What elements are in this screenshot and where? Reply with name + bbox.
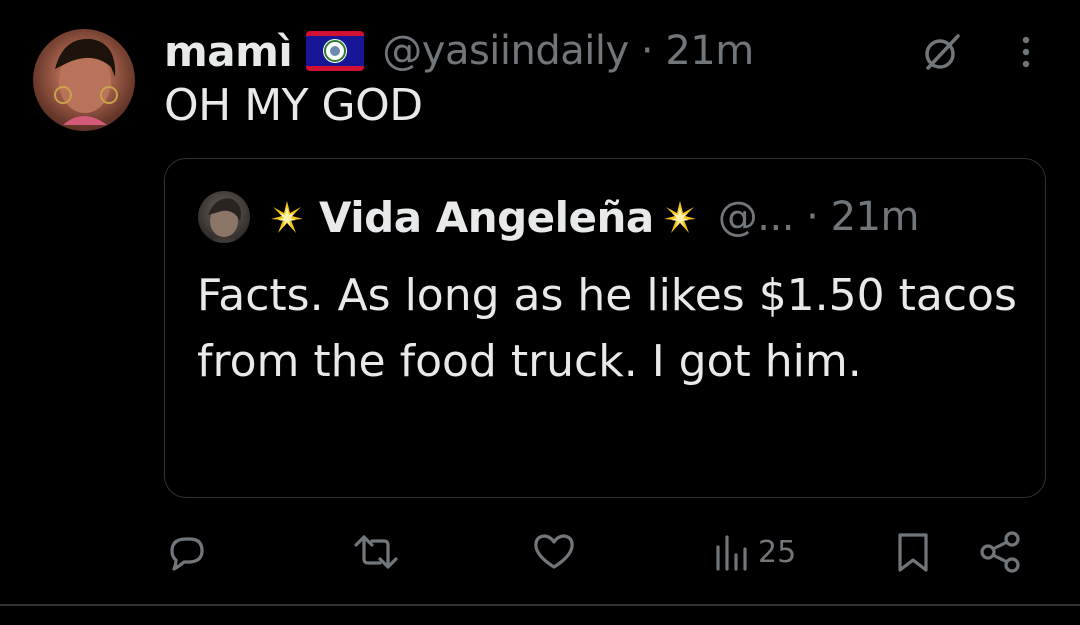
bookmark-icon — [890, 529, 936, 575]
tweet-header: mamì @yasiindaily · 21m — [164, 24, 754, 78]
quoted-author-avatar — [198, 191, 250, 243]
divider — [0, 604, 1080, 606]
sparkle-icon — [656, 193, 704, 241]
author-avatar[interactable] — [33, 29, 135, 131]
tweet[interactable]: mamì @yasiindaily · 21m OH MY GOD Vida A… — [0, 0, 1080, 625]
heart-icon — [530, 529, 578, 575]
reply-button[interactable] — [164, 522, 210, 582]
bar-chart-icon — [712, 529, 752, 575]
quoted-post-text: Facts. As long as he likes $1.50 tacos f… — [197, 270, 1017, 387]
belize-flag-icon — [306, 31, 365, 71]
like-button[interactable] — [530, 522, 578, 582]
author-handle-and-time[interactable]: @yasiindaily · 21m — [382, 28, 754, 74]
reply-icon — [164, 529, 210, 575]
sparkle-icon — [263, 193, 311, 241]
repost-icon — [352, 529, 400, 575]
quoted-post-card[interactable]: Vida Angeleña @... · 21m Facts. As long … — [164, 158, 1046, 498]
grok-icon[interactable] — [918, 28, 966, 76]
share-icon — [976, 529, 1024, 575]
share-button[interactable] — [976, 522, 1024, 582]
author-display-name[interactable]: mamì — [164, 27, 293, 76]
quoted-author-display-name[interactable]: Vida Angeleña — [319, 193, 654, 242]
views-button[interactable]: 25 — [712, 522, 796, 582]
more-options-icon[interactable] — [1002, 28, 1050, 76]
repost-button[interactable] — [352, 522, 400, 582]
quoted-post-header: Vida Angeleña @... · 21m — [263, 187, 919, 247]
action-bar: 25 — [0, 522, 1080, 582]
views-count: 25 — [758, 534, 797, 570]
tweet-text: OH MY GOD — [164, 80, 423, 131]
quoted-author-handle-and-time[interactable]: @... · 21m — [718, 194, 920, 240]
bookmark-button[interactable] — [890, 522, 936, 582]
